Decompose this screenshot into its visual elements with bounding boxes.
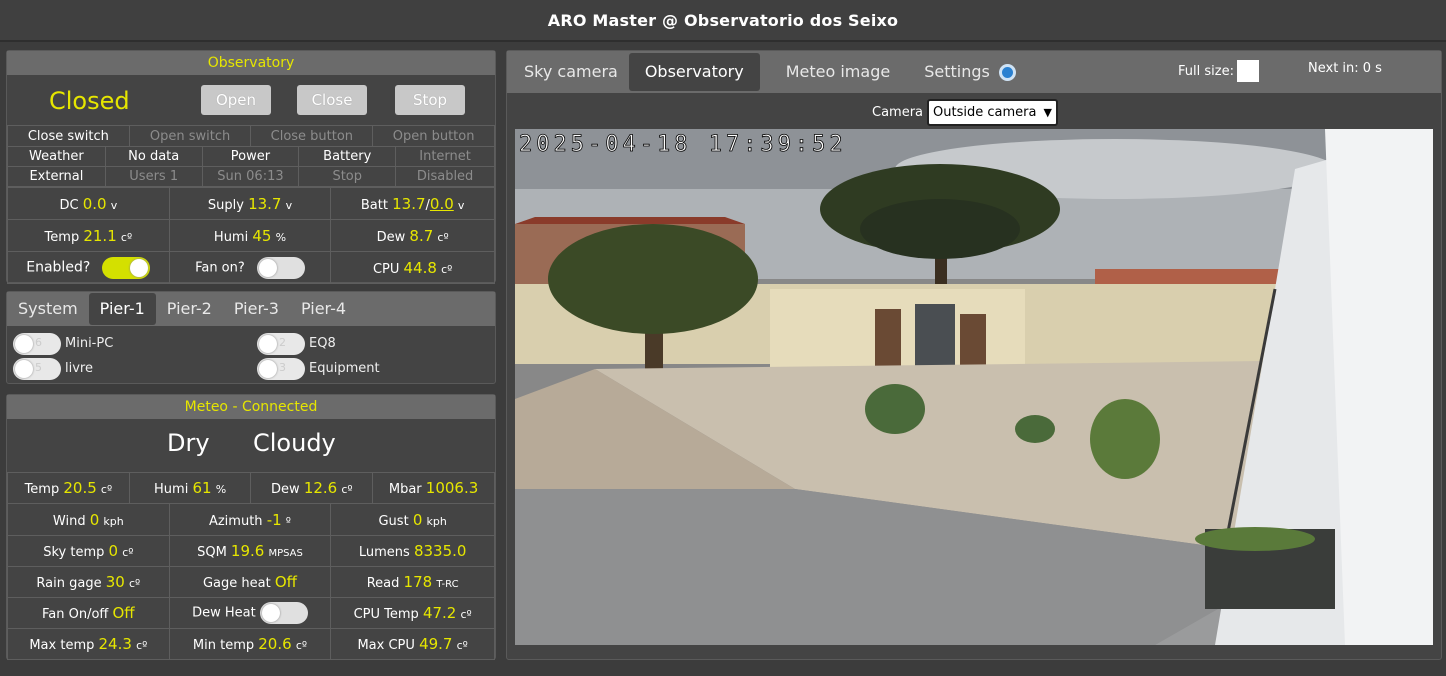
meteo-humi-cell: Humi 61 %: [128, 472, 252, 504]
disabled-cell: Disabled: [395, 166, 495, 187]
meteo-grid-2: Wind 0 kph Azimuth -1 º Gust 0 kph Sky t…: [7, 503, 495, 660]
dew-cell: Dew 8.7 cº: [330, 219, 495, 252]
close-button-cell: Close button: [250, 125, 374, 147]
camera-timestamp: 2025-04-18 17:39:52: [519, 132, 847, 157]
power-cell: Power: [201, 146, 300, 167]
close-switch-cell: Close switch: [7, 125, 130, 147]
dewheat-toggle[interactable]: [259, 602, 308, 624]
meteo-dew-cell: Dew 12.6 cº: [250, 472, 374, 504]
tab-pier-3[interactable]: Pier-3: [223, 293, 290, 325]
batt-cell: Batt 13.7/0.0 v: [330, 187, 495, 220]
fan-toggle[interactable]: [256, 256, 305, 279]
stop-cell: Stop: [298, 166, 397, 187]
camera-image: 2025-04-18 17:39:52: [515, 129, 1433, 645]
temp-cell: Temp 21.1 cº: [7, 219, 170, 252]
switch-label-livre: livre: [65, 361, 93, 376]
close-button[interactable]: Close: [297, 85, 367, 115]
open-button[interactable]: Open: [201, 85, 271, 115]
power-grid: DC 0.0 v Suply 13.7 v Batt 13.7/0.0 v Te…: [7, 187, 495, 284]
battery-cell: Battery: [298, 146, 397, 167]
maxtemp-cell: Max temp 24.3 cº: [7, 628, 170, 660]
camera-panel: Sky camera Observatory Meteo image Setti…: [506, 50, 1442, 660]
users-cell: Users 1: [104, 166, 203, 187]
tab-system[interactable]: System: [7, 293, 89, 325]
fullsize-checkbox[interactable]: [1237, 60, 1259, 82]
mintemp-cell: Min temp 20.6 cº: [168, 628, 332, 660]
status-grid: Close switch Open switch Close button Op…: [7, 125, 495, 147]
enabled-toggle[interactable]: [102, 256, 151, 279]
azimuth-cell: Azimuth -1 º: [168, 503, 332, 536]
app-title: ARO Master @ Observatorio dos Seixo: [0, 0, 1446, 42]
observatory-panel: Observatory Closed Open Close Stop Close…: [6, 50, 496, 284]
suply-cell: Suply 13.7 v: [168, 187, 332, 220]
chevron-down-icon: ▼: [1043, 106, 1052, 119]
tab-pier-1[interactable]: Pier-1: [88, 293, 156, 325]
tab-pier-2[interactable]: Pier-2: [156, 293, 223, 325]
switch-livre[interactable]: 5: [13, 358, 61, 380]
switch-mini-pc[interactable]: 6: [13, 333, 61, 355]
switch-equipment[interactable]: 3: [257, 358, 305, 380]
enabled-cell: Enabled?: [7, 251, 170, 284]
switch-label-mini-pc: Mini-PC: [65, 336, 114, 351]
dc-cell: DC 0.0 v: [7, 187, 170, 220]
weather-cell: Weather: [7, 146, 106, 167]
stop-button[interactable]: Stop: [395, 85, 465, 115]
meteo-temp-cell: Temp 20.5 cº: [7, 472, 130, 504]
wind-cell: Wind 0 kph: [7, 503, 170, 536]
cpu-cell: CPU 44.8 cº: [330, 251, 495, 284]
observatory-status: Closed: [49, 87, 130, 115]
tab-settings[interactable]: Settings: [916, 53, 1024, 91]
tab-meteo-image[interactable]: Meteo image: [760, 53, 916, 91]
internet-cell: Internet: [395, 146, 495, 167]
meteo-condition-sky: Cloudy: [253, 429, 336, 457]
maxcpu-cell: Max CPU 49.7 cº: [330, 628, 495, 660]
skytemp-cell: Sky temp 0 cº: [7, 535, 170, 567]
read-cell: Read 178 T-RC: [330, 566, 495, 598]
switch-label-equipment: Equipment: [309, 361, 380, 376]
fullsize-label: Full size:: [1178, 64, 1234, 79]
cputemp-cell: CPU Temp 47.2 cº: [330, 597, 495, 629]
camera-label: Camera: [872, 105, 924, 120]
next-refresh: Next in: 0 s: [1308, 61, 1382, 76]
meteo-mbar-cell: Mbar 1006.3: [372, 472, 495, 504]
fan-cell: Fan on?: [168, 251, 332, 284]
tab-observatory[interactable]: Observatory: [628, 53, 760, 91]
raingage-cell: Rain gage 30 cº: [7, 566, 170, 598]
switch-label-eq8: EQ8: [309, 336, 336, 351]
nodata-cell: No data: [104, 146, 203, 167]
meteo-condition-rain: Dry: [167, 429, 210, 457]
tab-pier-4[interactable]: Pier-4: [290, 293, 357, 325]
meteo-grid-1: Temp 20.5 cº Humi 61 % Dew 12.6 cº Mbar …: [7, 472, 495, 504]
meteo-panel: Meteo - Connected Dry Cloudy Temp 20.5 c…: [6, 394, 496, 660]
lumens-cell: Lumens 8335.0: [330, 535, 495, 567]
humi-cell: Humi 45 %: [168, 219, 332, 252]
open-switch-cell: Open switch: [128, 125, 252, 147]
camera-select[interactable]: Outside camera ▼: [927, 99, 1058, 126]
status-grid-2: Weather No data Power Battery Internet E…: [7, 146, 495, 187]
gageheat-cell: Gage heat Off: [168, 566, 332, 598]
sqm-cell: SQM 19.6 MPSAS: [168, 535, 332, 567]
sun-cell: Sun 06:13: [201, 166, 300, 187]
dewheat-cell: Dew Heat: [168, 597, 332, 629]
fanonoff-cell: Fan On/off Off: [7, 597, 170, 629]
switch-eq8[interactable]: 2: [257, 333, 305, 355]
tab-sky-camera[interactable]: Sky camera: [513, 53, 629, 91]
meteo-title: Meteo - Connected: [7, 395, 495, 419]
pier-panel: System Pier-1 Pier-2 Pier-3 Pier-4 6 Min…: [6, 291, 496, 384]
gear-icon: [998, 64, 1016, 81]
gust-cell: Gust 0 kph: [330, 503, 495, 536]
external-cell: External: [7, 166, 106, 187]
observatory-title: Observatory: [7, 51, 495, 75]
open-button-cell: Open button: [372, 125, 495, 147]
